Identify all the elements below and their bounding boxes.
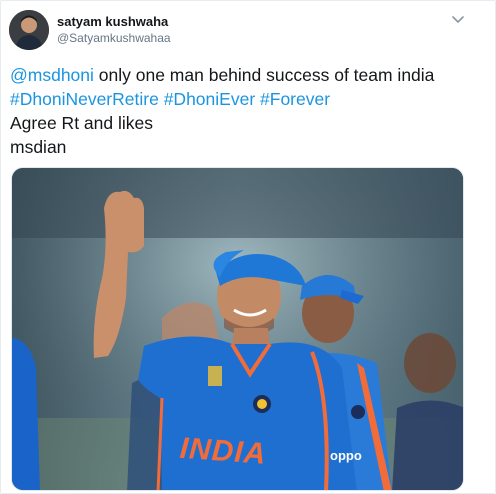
tweet-card: satyam kushwaha @Satyamkushwahaa @msdhon…: [0, 0, 496, 494]
mention-link[interactable]: @msdhoni: [10, 65, 94, 85]
tweet-text-segment: only one man behind success of team indi…: [93, 65, 435, 85]
hashtag-link[interactable]: #Forever: [260, 89, 330, 109]
hashtag-link[interactable]: #DhoniNeverRetire: [10, 89, 159, 109]
tweet-photo[interactable]: INDIA oppo: [11, 167, 464, 491]
chevron-down-icon[interactable]: [447, 11, 469, 29]
jersey-text: INDIA: [179, 432, 268, 471]
tweet-line-3: Agree Rt and likes: [10, 113, 153, 133]
tweet-line-4: msdian: [10, 137, 67, 157]
avatar[interactable]: [9, 10, 49, 50]
tweet-line-2: #DhoniNeverRetire #DhoniEver #Forever: [10, 87, 480, 111]
author-handle[interactable]: @Satyamkushwahaa: [57, 31, 171, 45]
hashtag-link[interactable]: #DhoniEver: [164, 89, 255, 109]
author-name[interactable]: satyam kushwaha: [57, 14, 168, 29]
tweet-line-1: @msdhoni only one man behind success of …: [10, 63, 480, 87]
sponsor-text: oppo: [330, 448, 362, 463]
tweet-text: @msdhoni only one man behind success of …: [10, 63, 480, 159]
